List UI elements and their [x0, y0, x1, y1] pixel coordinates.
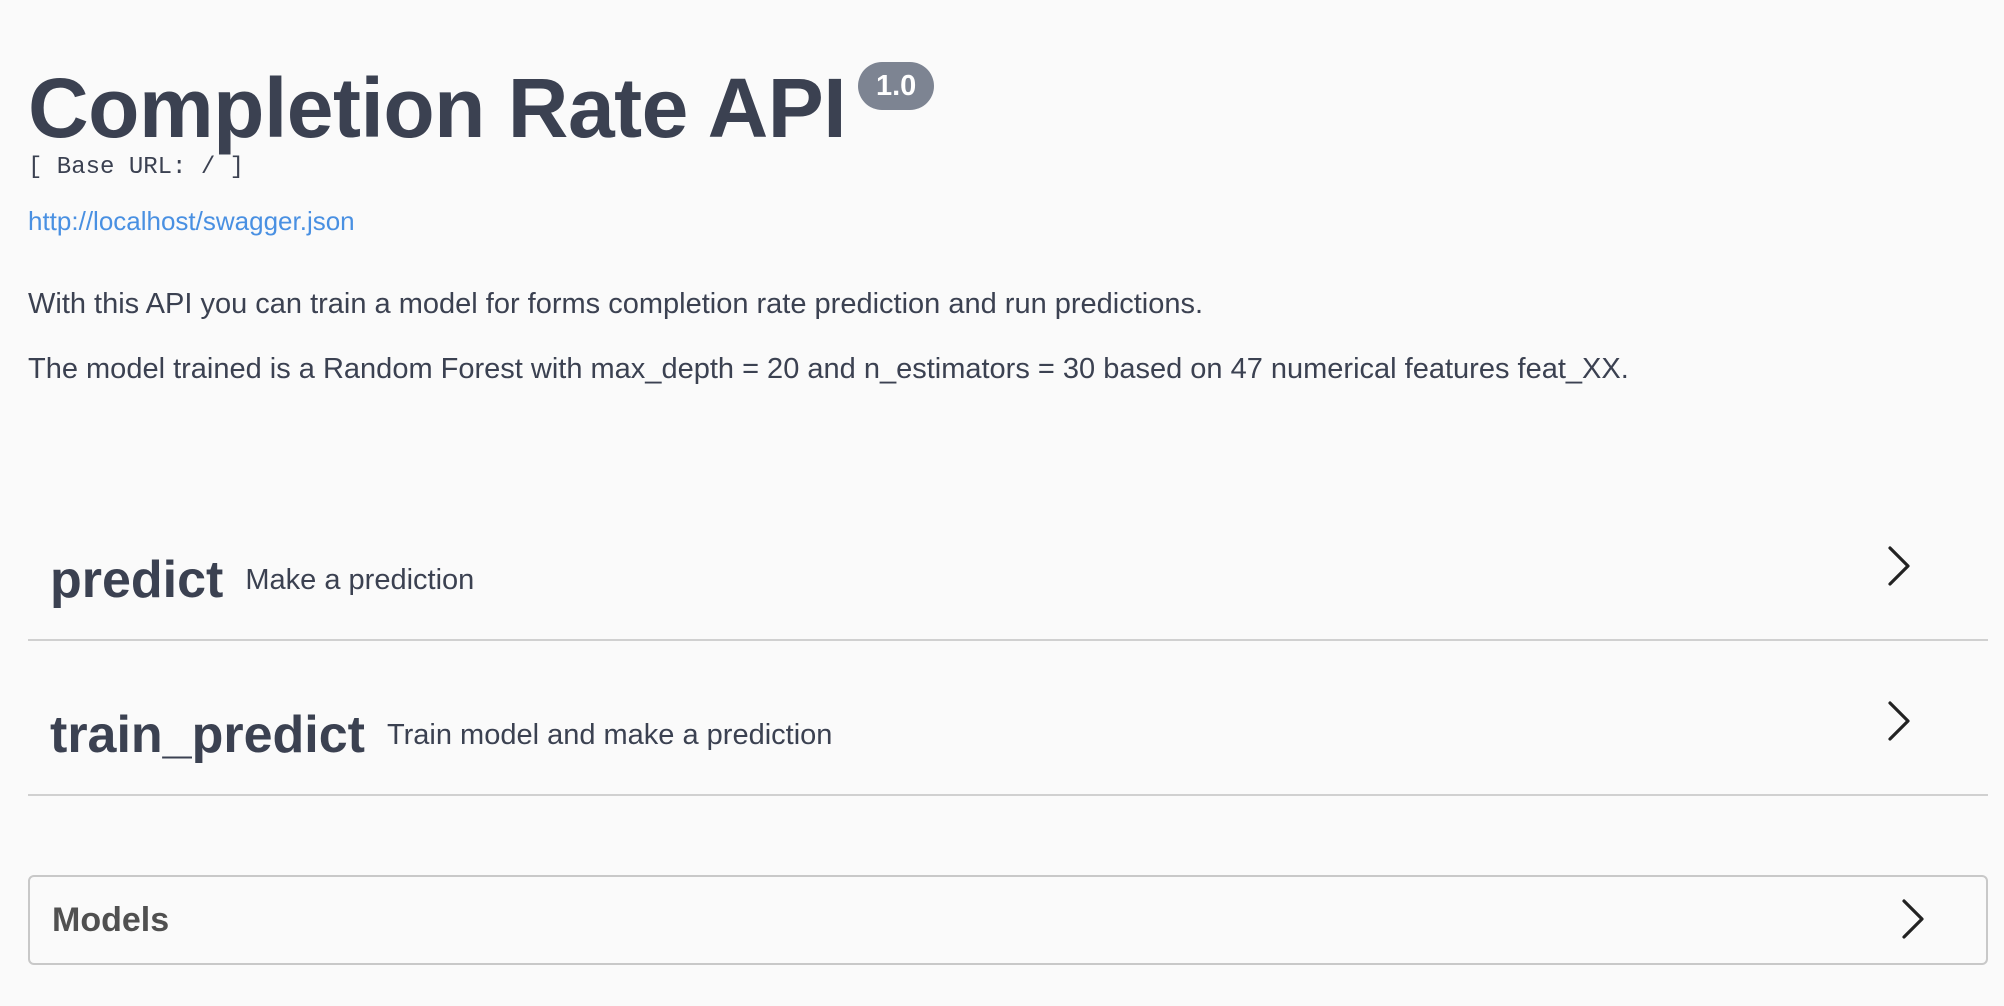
chevron-right-icon[interactable]	[1880, 699, 1920, 743]
version-badge: 1.0	[858, 62, 935, 110]
tag-header-predict: predict Make a prediction	[50, 520, 474, 639]
models-title: Models	[52, 901, 170, 939]
swagger-json-link[interactable]: http://localhost/swagger.json	[28, 205, 355, 237]
tag-name: train_predict	[50, 705, 365, 764]
tag-name: predict	[50, 550, 224, 609]
page-title: Completion Rate API	[28, 61, 847, 155]
models-section[interactable]: Models	[28, 875, 1988, 965]
swagger-page: Completion Rate API 1.0 [ Base URL: / ] …	[28, 0, 1988, 1006]
chevron-right-icon[interactable]	[1880, 544, 1920, 588]
tag-description: Make a prediction	[245, 563, 475, 596]
chevron-right-icon[interactable]	[1894, 897, 1934, 941]
tag-section-predict[interactable]: predict Make a prediction	[28, 520, 1988, 641]
base-url: [ Base URL: / ]	[28, 154, 245, 181]
tag-header-train-predict: train_predict Train model and make a pre…	[50, 675, 832, 794]
tag-section-train-predict[interactable]: train_predict Train model and make a pre…	[28, 675, 1988, 796]
description-paragraph-2: The model trained is a Random Forest wit…	[28, 353, 1629, 385]
tag-description: Train model and make a prediction	[386, 718, 833, 751]
info-title-row: Completion Rate API 1.0	[28, 58, 935, 158]
description-paragraph-1: With this API you can train a model for …	[28, 288, 1204, 320]
